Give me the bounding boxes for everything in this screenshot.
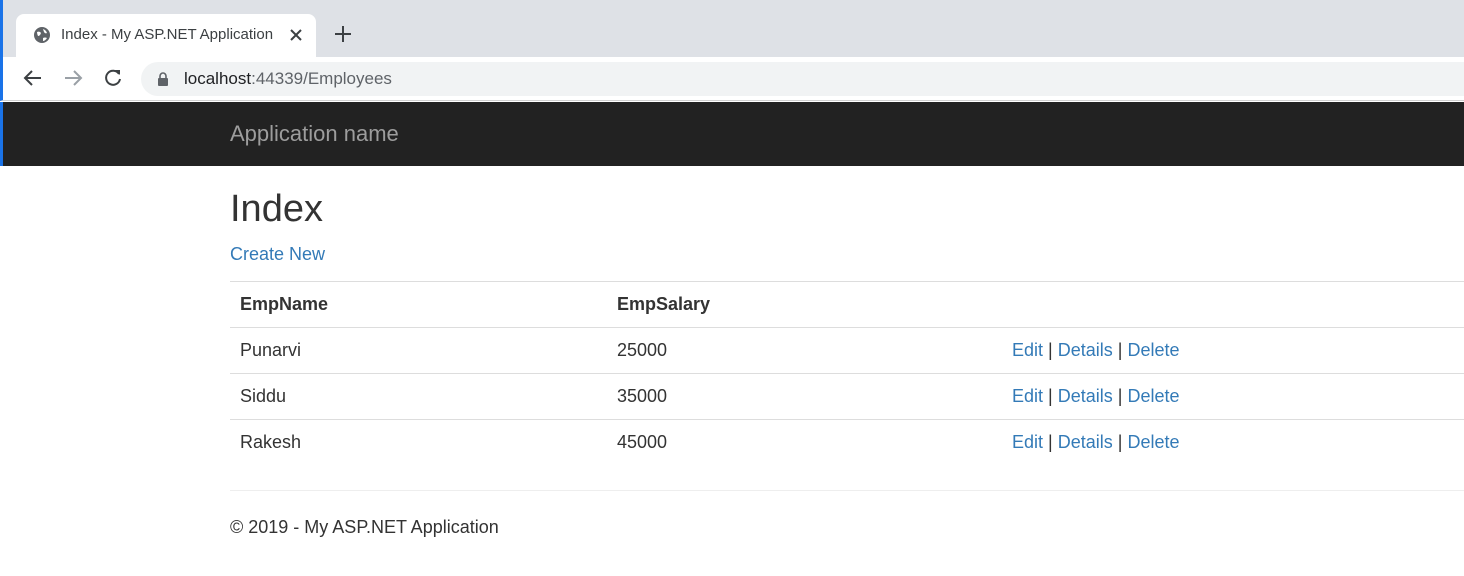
close-icon[interactable] [288, 27, 304, 43]
table-row: Punarvi 25000 Edit | Details | Delete [230, 327, 1464, 374]
address-bar[interactable]: localhost:44339/Employees [141, 62, 1464, 96]
separator: | [1048, 432, 1053, 453]
column-header-empsalary: EmpSalary [607, 281, 1002, 328]
url-text[interactable]: localhost:44339/Employees [184, 69, 392, 89]
cell-empname: Siddu [230, 373, 607, 420]
back-arrow-icon[interactable] [22, 67, 44, 89]
edit-link[interactable]: Edit [1012, 340, 1043, 360]
cell-empname: Rakesh [230, 419, 607, 466]
footer-divider [230, 490, 1464, 491]
table-row: Siddu 35000 Edit | Details | Delete [230, 373, 1464, 420]
cell-actions: Edit | Details | Delete [1002, 419, 1464, 466]
column-header-empname: EmpName [230, 281, 607, 328]
cell-empname: Punarvi [230, 327, 607, 374]
separator: | [1048, 386, 1053, 406]
page-title: Index [230, 188, 323, 230]
url-path: :44339/Employees [251, 69, 392, 88]
lock-icon[interactable] [157, 72, 169, 86]
details-link[interactable]: Details [1058, 386, 1113, 406]
separator: | [1048, 340, 1053, 360]
cell-empsalary: 45000 [607, 419, 1002, 466]
details-link[interactable]: Details [1058, 340, 1113, 360]
separator: | [1117, 340, 1123, 360]
forward-arrow-icon[interactable] [62, 67, 84, 89]
column-header-actions [1002, 281, 1464, 328]
footer-text: © 2019 - My ASP.NET Application [230, 517, 499, 537]
url-host: localhost [184, 69, 252, 88]
delete-link[interactable]: Delete [1128, 432, 1180, 452]
cell-empsalary: 25000 [607, 327, 1002, 374]
browser-toolbar: localhost:44339/Employees [0, 57, 1464, 101]
tab-title: Index - My ASP.NET Application [61, 26, 274, 43]
details-link[interactable]: Details [1058, 432, 1113, 452]
browser-tab[interactable]: Index - My ASP.NET Application [16, 14, 316, 57]
reload-icon[interactable] [102, 67, 124, 89]
separator: | [1117, 386, 1123, 406]
create-new-link[interactable]: Create New [230, 244, 325, 265]
cell-actions: Edit | Details | Delete [1002, 327, 1464, 374]
browser-tabstrip: Index - My ASP.NET Application [0, 0, 1464, 57]
brand-link[interactable]: Application name [230, 121, 399, 147]
separator: | [1117, 432, 1123, 453]
table-row: Rakesh 45000 Edit | Details | Delete [230, 419, 1464, 466]
cell-empsalary: 35000 [607, 373, 1002, 420]
table-header-row: EmpName EmpSalary [230, 281, 1464, 328]
employees-table: EmpName EmpSalary Punarvi 25000 Edit | D… [230, 281, 1464, 466]
delete-link[interactable]: Delete [1128, 386, 1180, 406]
edit-link[interactable]: Edit [1012, 386, 1043, 406]
new-tab-plus-icon[interactable] [332, 23, 354, 45]
globe-icon [34, 27, 50, 43]
cell-actions: Edit | Details | Delete [1002, 373, 1464, 420]
delete-link[interactable]: Delete [1128, 340, 1180, 360]
site-navbar: Application name [0, 102, 1464, 166]
edit-link[interactable]: Edit [1012, 432, 1043, 452]
